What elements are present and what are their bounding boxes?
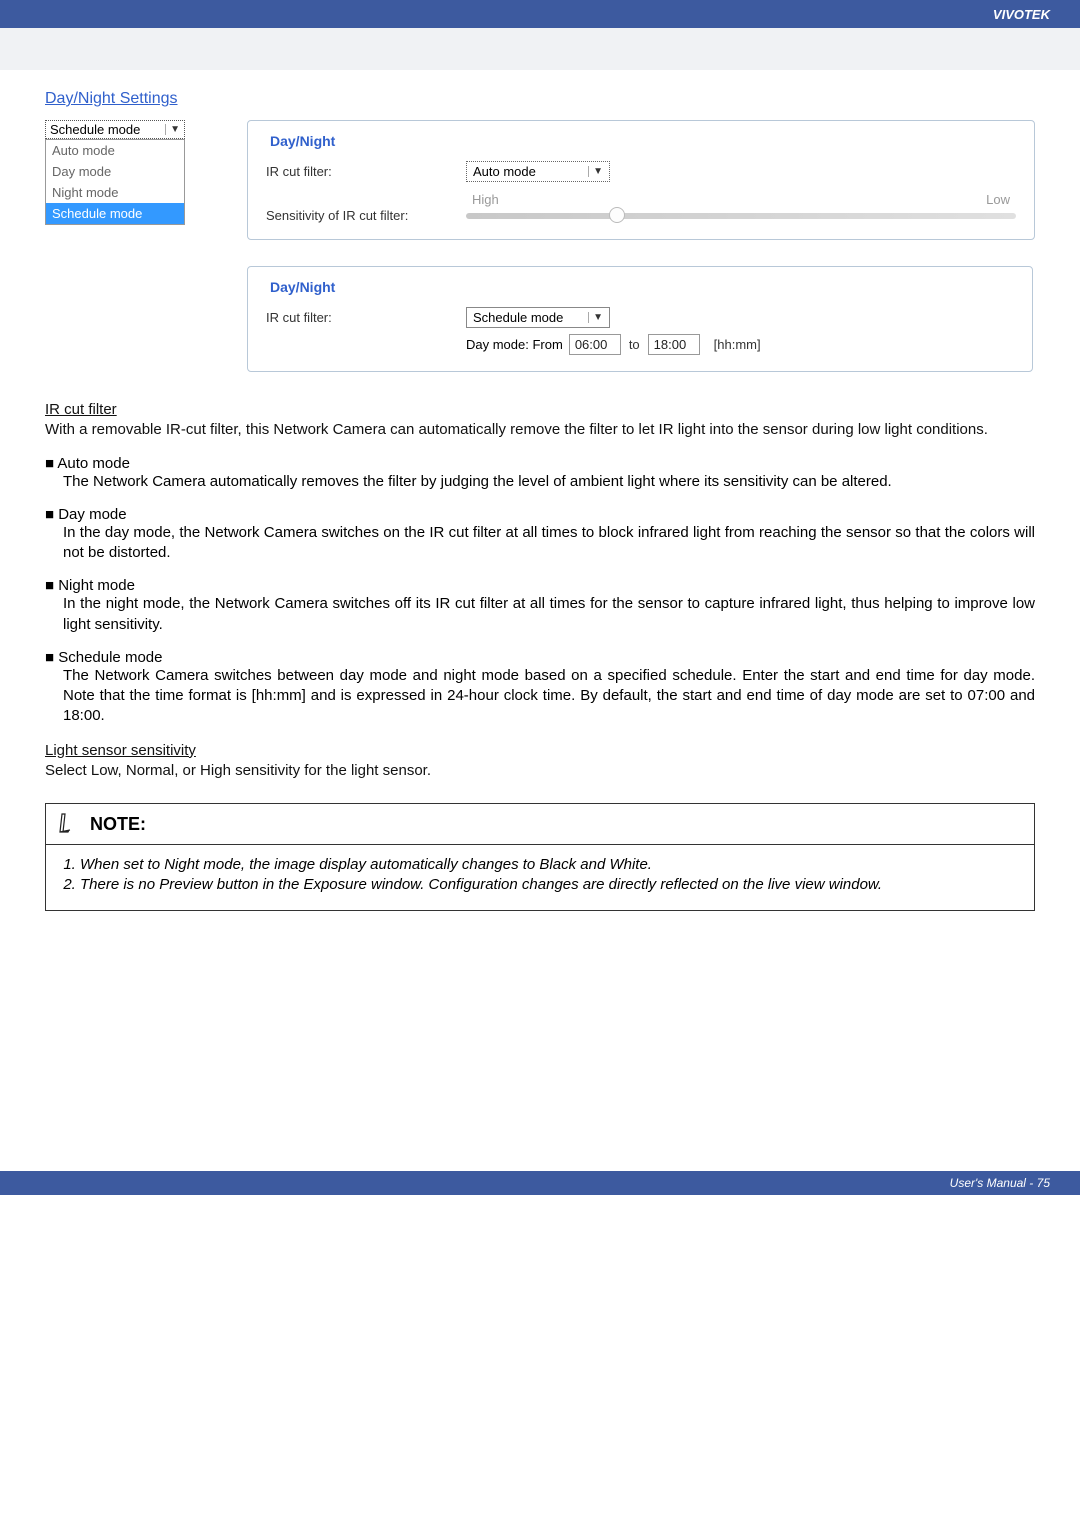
header-spacer [0,28,1080,70]
ir-cut-filter-label: IR cut filter: [266,164,466,179]
footer-bar: User's Manual - 75 [0,1171,1080,1195]
slider-low-label: Low [986,192,1010,207]
day-mode-from-label: Day mode: From [466,337,563,352]
day-mode-text: In the day mode, the Network Camera swit… [63,523,1035,564]
day-night-panel-schedule: Day/Night IR cut filter: Schedule mode ▼… [247,266,1033,372]
chevron-down-icon: ▼ [588,166,603,177]
ir-cut-filter-desc: With a removable IR-cut filter, this Net… [45,420,1035,440]
ir-cut-filter-value: Auto mode [473,164,536,179]
night-mode-text: In the night mode, the Network Camera sw… [63,594,1035,635]
panel-legend: Day/Night [266,279,339,295]
page-number: User's Manual - 75 [950,1176,1050,1190]
panel-legend: Day/Night [266,133,339,149]
mode-select-options: Auto mode Day mode Night mode Schedule m… [45,139,185,225]
light-sensor-text: Select Low, Normal, or High sensitivity … [45,761,1035,781]
note-item-2: There is no Preview button in the Exposu… [80,875,1018,895]
note-icon [56,812,80,836]
mode-select-expanded[interactable]: Schedule mode ▼ Auto mode Day mode Night… [45,120,185,240]
day-mode-heading: ■ Day mode [45,506,1035,523]
note-title: NOTE: [90,814,146,835]
ir-cut-filter-heading: IR cut filter [45,401,117,418]
to-label: to [629,337,640,352]
day-night-panel-auto: Day/Night IR cut filter: Auto mode ▼ Sen… [247,120,1035,240]
mode-select-value[interactable]: Schedule mode ▼ [45,120,185,139]
mode-option-night[interactable]: Night mode [46,182,184,203]
schedule-mode-heading: ■ Schedule mode [45,649,1035,666]
mode-select-text: Schedule mode [50,122,140,137]
auto-mode-heading: ■ Auto mode [45,455,1035,472]
light-sensor-heading: Light sensor sensitivity [45,742,196,759]
sensitivity-label: Sensitivity of IR cut filter: [266,208,466,223]
note-item-1: When set to Night mode, the image displa… [80,855,1018,875]
from-time-input[interactable] [569,334,621,355]
slider-thumb[interactable] [609,207,625,223]
ir-cut-filter-select[interactable]: Schedule mode ▼ [466,307,610,328]
schedule-mode-text: The Network Camera switches between day … [63,666,1035,727]
brand-label: VIVOTEK [993,7,1050,22]
ir-cut-filter-value: Schedule mode [473,310,563,325]
auto-mode-text: The Network Camera automatically removes… [63,472,1035,492]
ir-cut-filter-label: IR cut filter: [266,310,466,325]
sensitivity-slider[interactable] [466,213,1016,219]
slider-high-label: High [472,192,499,207]
chevron-down-icon: ▼ [165,124,180,135]
day-night-settings-link[interactable]: Day/Night Settings [45,90,178,107]
ir-cut-filter-select[interactable]: Auto mode ▼ [466,161,610,182]
mode-option-day[interactable]: Day mode [46,161,184,182]
chevron-down-icon: ▼ [588,312,603,323]
to-time-input[interactable] [648,334,700,355]
note-box: NOTE: When set to Night mode, the image … [45,803,1035,911]
time-format-unit: [hh:mm] [714,337,761,352]
mode-option-auto[interactable]: Auto mode [46,140,184,161]
night-mode-heading: ■ Night mode [45,577,1035,594]
mode-option-schedule[interactable]: Schedule mode [46,203,184,224]
header-brand-bar: VIVOTEK [0,0,1080,28]
